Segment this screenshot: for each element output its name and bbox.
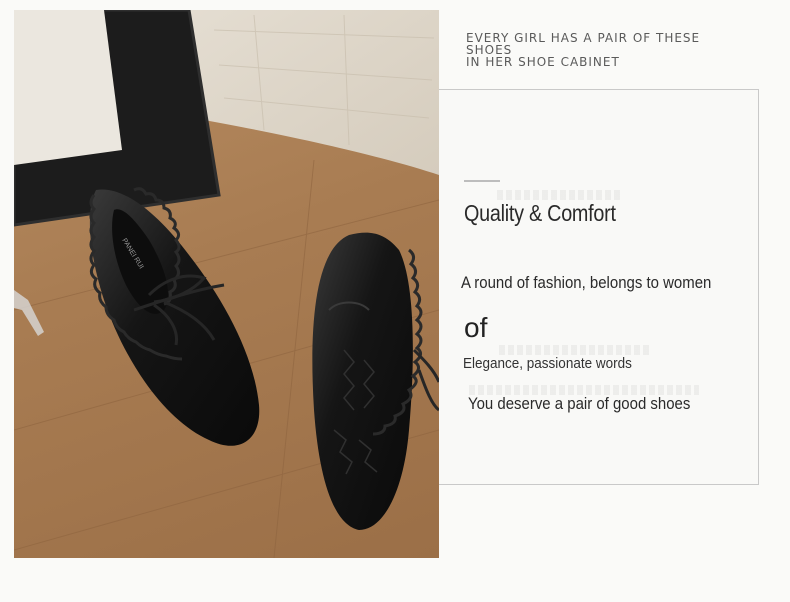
product-photo: PANEI RUI [14, 10, 439, 558]
card-line-good-shoes: You deserve a pair of good shoes [468, 394, 691, 413]
card-line-elegance: Elegance, passionate words [463, 355, 632, 372]
faded-text-decoration [499, 345, 649, 355]
shoe-photo-illustration: PANEI RUI [14, 10, 439, 558]
tagline-line-3: IN HER SHOE CABINET [466, 55, 620, 69]
right-shoe [312, 232, 439, 530]
faded-text-decoration [497, 190, 623, 200]
accent-divider [464, 180, 500, 182]
card-title: Quality & Comfort [464, 200, 616, 226]
card-line-of: of [464, 312, 488, 343]
left-shoe: PANEI RUI [89, 187, 260, 446]
card-line-fashion: A round of fashion, belongs to women [461, 273, 712, 292]
tagline: EVERY GIRL HAS A PAIR OF THESE SHOES IN … [466, 32, 706, 68]
feature-card: Quality & Comfort A round of fashion, be… [439, 89, 759, 485]
